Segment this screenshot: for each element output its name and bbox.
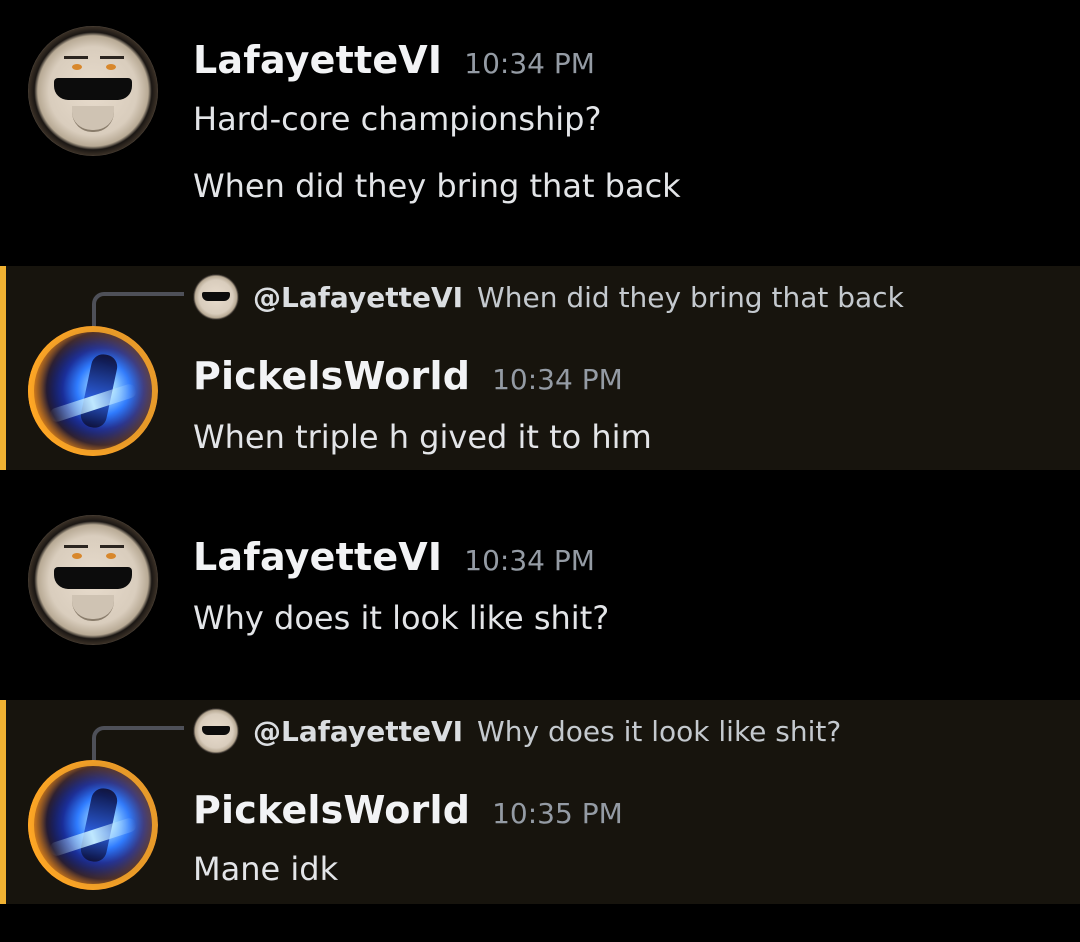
username[interactable]: PickelsWorld xyxy=(193,788,470,832)
username[interactable]: LafayetteVI xyxy=(193,38,442,82)
reply-connector xyxy=(92,726,184,766)
reply-avatar-icon xyxy=(193,708,239,754)
message-group: LafayetteVI 10:34 PM Why does it look lik… xyxy=(0,471,1080,699)
message-text: When did they bring that back xyxy=(193,167,681,205)
user-avatar[interactable] xyxy=(28,26,158,156)
reply-text: Why does it look like shit? xyxy=(477,714,842,748)
reply-text: When did they bring that back xyxy=(477,280,904,314)
reply-username[interactable]: @LafayetteVI xyxy=(253,281,463,314)
message-group-mention: @LafayetteVI When did they bring that ba… xyxy=(0,266,1080,470)
username[interactable]: LafayetteVI xyxy=(193,535,442,579)
reply-username[interactable]: @LafayetteVI xyxy=(253,715,463,748)
user-avatar[interactable] xyxy=(28,326,158,456)
reply-preview[interactable]: @LafayetteVI When did they bring that ba… xyxy=(193,274,904,320)
message-text: When triple h gived it to him xyxy=(193,418,652,456)
message-text: Mane idk xyxy=(193,850,339,888)
timestamp: 10:35 PM xyxy=(492,797,623,830)
reply-avatar-icon xyxy=(193,274,239,320)
username[interactable]: PickelsWorld xyxy=(193,354,470,398)
reply-connector xyxy=(92,292,184,332)
message-group: LafayetteVI 10:34 PM Hard-core championsh… xyxy=(0,0,1080,265)
timestamp: 10:34 PM xyxy=(492,363,623,396)
user-avatar[interactable] xyxy=(28,760,158,890)
timestamp: 10:34 PM xyxy=(464,544,595,577)
reply-preview[interactable]: @LafayetteVI Why does it look like shit? xyxy=(193,708,841,754)
timestamp: 10:34 PM xyxy=(464,47,595,80)
user-avatar[interactable] xyxy=(28,515,158,645)
message-text: Hard-core championship? xyxy=(193,100,602,138)
message-group-mention: @LafayetteVI Why does it look like shit?… xyxy=(0,700,1080,904)
message-text: Why does it look like shit? xyxy=(193,599,610,637)
